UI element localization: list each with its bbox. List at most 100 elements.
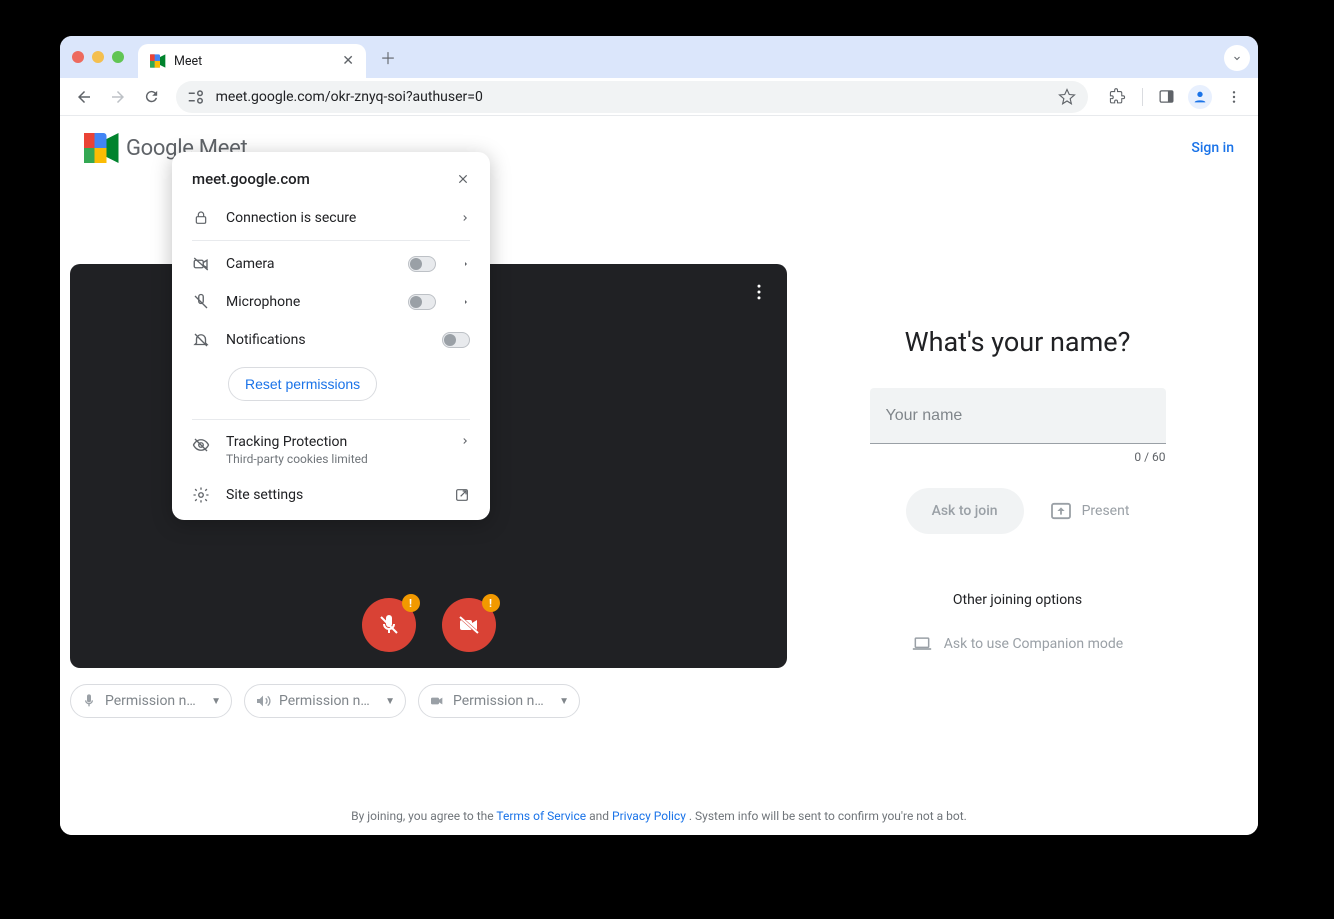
close-popover-button[interactable]: [456, 172, 470, 186]
tab-strip: Meet ✕ ＋: [60, 36, 1258, 78]
chip-label: Permission ne…: [453, 693, 551, 709]
video-more-options-button[interactable]: [749, 282, 769, 302]
mic-select-chip[interactable]: Permission ne… ▼: [70, 684, 232, 718]
ask-to-join-button[interactable]: Ask to join: [906, 488, 1024, 534]
eye-off-icon: [192, 436, 210, 454]
present-button[interactable]: Present: [1050, 502, 1130, 520]
connection-secure-row[interactable]: Connection is secure: [172, 200, 490, 236]
terms-link[interactable]: Terms of Service: [496, 809, 586, 823]
present-icon: [1050, 502, 1072, 520]
button-label: Present: [1082, 503, 1130, 519]
chevron-down-icon: ▼: [559, 696, 569, 707]
site-settings-row[interactable]: Site settings: [172, 476, 490, 514]
new-tab-button[interactable]: ＋: [380, 45, 396, 69]
bookmark-star-icon[interactable]: [1058, 88, 1076, 106]
camera-toggle[interactable]: [408, 256, 436, 272]
close-window-button[interactable]: [72, 51, 84, 63]
char-count: 0 / 60: [870, 450, 1166, 464]
lock-icon: [192, 210, 210, 226]
name-input[interactable]: [870, 388, 1166, 444]
window-controls: [72, 51, 124, 63]
sign-in-link[interactable]: Sign in: [1191, 140, 1234, 156]
close-tab-button[interactable]: ✕: [342, 53, 354, 69]
microphone-toggle[interactable]: [408, 294, 436, 310]
chevron-right-icon: [460, 213, 470, 223]
profile-avatar-icon: [1188, 85, 1212, 109]
mic-icon: [81, 693, 97, 709]
gear-icon: [192, 486, 210, 504]
chrome-menu-button[interactable]: [1220, 82, 1248, 112]
footer-text: By joining, you agree to the: [351, 809, 496, 823]
divider: [192, 419, 470, 420]
open-external-icon: [454, 487, 470, 503]
tab-search-button[interactable]: [1224, 45, 1250, 71]
permission-chips: Permission ne… ▼ Permission ne… ▼: [70, 684, 787, 718]
reset-permissions-button[interactable]: Reset permissions: [228, 367, 377, 401]
row-label: Tracking Protection Third-party cookies …: [226, 434, 434, 466]
notifications-permission-row: Notifications: [172, 321, 490, 359]
popover-domain: meet.google.com: [192, 170, 310, 188]
chip-label: Permission ne…: [105, 693, 203, 709]
chevron-right-icon[interactable]: [462, 259, 470, 269]
chip-label: Permission ne…: [279, 693, 377, 709]
chevron-down-icon: ▼: [385, 696, 395, 707]
tracking-protection-row[interactable]: Tracking Protection Third-party cookies …: [172, 424, 490, 476]
page-content: Google Meet Sign in !: [60, 116, 1258, 835]
footer-text: . System info will be sent to confirm yo…: [689, 809, 967, 823]
tab-title: Meet: [174, 54, 202, 69]
row-label: Notifications: [226, 332, 426, 348]
site-info-popover: meet.google.com Connection is secure: [172, 152, 490, 520]
join-panel: What's your name? 0 / 60 Ask to join Pre…: [787, 180, 1248, 718]
bell-off-icon: [192, 331, 210, 349]
companion-mode-button[interactable]: Ask to use Companion mode: [912, 636, 1123, 652]
button-label: Ask to use Companion mode: [944, 636, 1123, 652]
page-heading: What's your name?: [905, 326, 1131, 358]
forward-button[interactable]: [104, 82, 132, 112]
profile-button[interactable]: [1186, 82, 1214, 112]
meet-favicon-icon: [150, 54, 166, 68]
browser-tab[interactable]: Meet ✕: [138, 44, 366, 78]
mic-off-icon: [192, 293, 210, 311]
speaker-select-chip[interactable]: Permission ne… ▼: [244, 684, 406, 718]
row-label: Camera: [226, 256, 392, 272]
camera-icon: [429, 693, 445, 709]
browser-toolbar: meet.google.com/okr-znyq-soi?authuser=0: [60, 78, 1258, 116]
extensions-button[interactable]: [1104, 82, 1132, 112]
side-panel-button[interactable]: [1152, 82, 1180, 112]
button-label: Ask to join: [932, 503, 998, 519]
camera-permission-row: Camera: [172, 245, 490, 283]
tracking-title: Tracking Protection: [226, 434, 434, 450]
chevron-right-icon: [460, 436, 470, 446]
mic-toggle-button[interactable]: !: [362, 598, 416, 652]
microphone-permission-row: Microphone: [172, 283, 490, 321]
laptop-icon: [912, 636, 932, 652]
url-text: meet.google.com/okr-znyq-soi?authuser=0: [216, 89, 483, 105]
privacy-link[interactable]: Privacy Policy: [612, 809, 686, 823]
back-button[interactable]: [70, 82, 98, 112]
row-label: Site settings: [226, 487, 438, 503]
meet-logo-icon: [84, 133, 120, 163]
button-label: Reset permissions: [245, 376, 360, 392]
site-info-icon[interactable]: [188, 89, 206, 105]
tracking-subtitle: Third-party cookies limited: [226, 452, 434, 466]
notifications-toggle[interactable]: [442, 332, 470, 348]
camera-select-chip[interactable]: Permission ne… ▼: [418, 684, 580, 718]
mic-off-icon: [377, 613, 401, 637]
reset-permissions-row: Reset permissions: [172, 359, 490, 415]
speaker-icon: [255, 693, 271, 709]
footer-text: and: [589, 809, 612, 823]
camera-off-icon: [192, 255, 210, 273]
chevron-down-icon: ▼: [211, 696, 221, 707]
camera-toggle-button[interactable]: !: [442, 598, 496, 652]
maximize-window-button[interactable]: [112, 51, 124, 63]
warning-badge-icon: !: [482, 594, 500, 612]
other-options-heading: Other joining options: [953, 592, 1082, 608]
address-bar[interactable]: meet.google.com/okr-znyq-soi?authuser=0: [176, 81, 1088, 113]
reload-button[interactable]: [138, 82, 166, 112]
row-label: Microphone: [226, 294, 392, 310]
divider: [192, 240, 470, 241]
minimize-window-button[interactable]: [92, 51, 104, 63]
row-label: Connection is secure: [226, 210, 434, 226]
chevron-right-icon[interactable]: [462, 297, 470, 307]
footer-legal: By joining, you agree to the Terms of Se…: [60, 809, 1258, 823]
